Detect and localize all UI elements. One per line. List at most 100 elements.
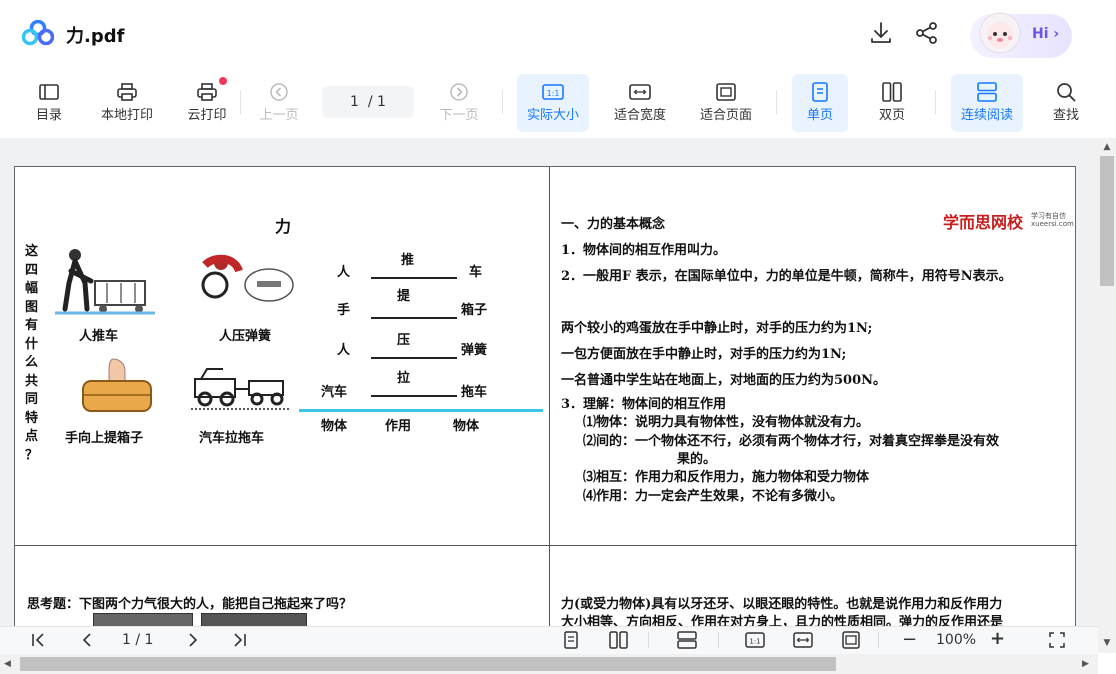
app-logo-icon bbox=[22, 20, 54, 46]
single-page-button[interactable]: 单页 bbox=[792, 74, 848, 132]
scroll-down-arrow-icon[interactable]: ▼ bbox=[1100, 636, 1114, 650]
continuous-read-label: 连续阅读 bbox=[960, 108, 1013, 123]
arrow-3 bbox=[371, 395, 457, 397]
fit-page-icon bbox=[716, 83, 736, 101]
bottom-fit-width-icon[interactable] bbox=[792, 630, 814, 650]
assistant-label[interactable]: Hi › bbox=[1032, 26, 1059, 42]
example-3: 一名普通中学生站在地面上，对地面的压力约为500N。 bbox=[561, 373, 887, 388]
photo-1 bbox=[93, 613, 193, 626]
toc-button[interactable]: 目录 bbox=[26, 74, 72, 132]
right-heading: 一、力的基本概念 bbox=[561, 217, 666, 232]
bottom-actual-size-icon[interactable]: 1:1 bbox=[744, 630, 766, 650]
vertical-question: 这 四 幅 图 有 什 么 共 同 特 点 ？ bbox=[25, 243, 45, 465]
zoom-out-button[interactable]: − bbox=[902, 629, 917, 650]
single-page-icon bbox=[812, 82, 828, 102]
assistant-avatar-icon[interactable] bbox=[976, 8, 1024, 58]
vq-2: 幅 bbox=[25, 281, 39, 296]
double-page-icon bbox=[882, 82, 902, 102]
relation-3-object: 拖车 bbox=[461, 385, 488, 400]
pdf-left-title: 力 bbox=[275, 217, 292, 236]
printer-icon bbox=[117, 83, 137, 101]
bottom-separator-3 bbox=[878, 632, 879, 648]
bottom-single-page-icon[interactable] bbox=[562, 630, 580, 650]
bottom-fit-page-icon[interactable] bbox=[840, 630, 862, 650]
double-page-button[interactable]: 双页 bbox=[866, 74, 918, 132]
prev-page-button[interactable]: 上一页 bbox=[254, 74, 304, 132]
vq-11: ？ bbox=[25, 447, 39, 463]
share-icon[interactable] bbox=[914, 20, 940, 46]
concept-3c: ⑶相互：作用力和反作用力，施力物体和受力物体 bbox=[583, 470, 870, 485]
bottom-separator-2 bbox=[718, 632, 719, 648]
example-1: 两个较小的鸡蛋放在手中静止时，对手的压力约为1N; bbox=[561, 321, 873, 336]
svg-text:1:1: 1:1 bbox=[547, 89, 560, 98]
next-icon[interactable] bbox=[184, 632, 202, 648]
relation-1-verb: 提 bbox=[397, 289, 411, 304]
vertical-scroll-thumb[interactable] bbox=[1100, 156, 1114, 286]
scroll-right-arrow-icon[interactable]: ▶ bbox=[1082, 657, 1094, 671]
relation-2-object: 弹簧 bbox=[461, 343, 488, 358]
cloud-printer-icon bbox=[197, 83, 217, 101]
download-icon[interactable] bbox=[868, 20, 894, 46]
document-title: 力.pdf bbox=[66, 26, 125, 47]
prev-page-label: 上一页 bbox=[259, 108, 299, 123]
right-bottom-line-1: 力(或受力物体)具有以牙还牙、以眼还眼的特性。也就是说作用力和反作用力 bbox=[561, 597, 1003, 612]
relation-1-object: 箱子 bbox=[461, 303, 488, 318]
actual-size-icon: 1:1 bbox=[542, 84, 564, 100]
chevron-right-circle-icon bbox=[450, 83, 468, 101]
bottom-continuous-icon[interactable] bbox=[676, 630, 698, 650]
next-page-button[interactable]: 下一页 bbox=[434, 74, 484, 132]
caption-tow-trailer: 汽车拉拖车 bbox=[199, 431, 265, 446]
double-page-label: 双页 bbox=[878, 108, 905, 123]
relation-2-subject: 人 bbox=[337, 343, 351, 358]
chevron-left-circle-icon bbox=[270, 83, 288, 101]
footer-object-right: 物体 bbox=[453, 419, 480, 434]
horizontal-scroll-thumb[interactable] bbox=[20, 657, 836, 671]
vq-9: 特 bbox=[25, 410, 39, 426]
arrow-2 bbox=[371, 357, 457, 359]
scroll-up-arrow-icon[interactable]: ▲ bbox=[1100, 140, 1114, 154]
first-page-icon[interactable] bbox=[30, 632, 48, 648]
toc-label: 目录 bbox=[35, 108, 62, 123]
car-towing-trailer-illustration bbox=[191, 368, 291, 410]
pdf-page: 力 这 四 幅 图 有 什 么 共 同 特 点 ？ 人推车 人压弹簧 手向上提箱… bbox=[14, 166, 1077, 626]
fit-width-button[interactable]: 适合宽度 bbox=[606, 74, 674, 132]
photo-2 bbox=[201, 613, 307, 626]
document-viewer[interactable]: 力 这 四 幅 图 有 什 么 共 同 特 点 ？ 人推车 人压弹簧 手向上提箱… bbox=[0, 138, 1098, 626]
caption-lift-box: 手向上提箱子 bbox=[65, 431, 144, 446]
fit-page-label: 适合页面 bbox=[699, 108, 752, 123]
arrow-0 bbox=[371, 277, 457, 279]
concept-3a: ⑴物体：说明力具有物体性，没有物体就没有力。 bbox=[583, 415, 870, 430]
arrow-1 bbox=[371, 317, 457, 319]
relation-2-verb: 压 bbox=[397, 333, 411, 348]
vq-5: 什 bbox=[25, 336, 39, 352]
vq-10: 点 bbox=[25, 429, 39, 444]
search-button[interactable]: 查找 bbox=[1046, 74, 1086, 132]
right-bottom-line-2: 大小相等、方向相反、作用在对方身上，且力的性质相同。弹力的反作用还是 bbox=[561, 615, 1004, 626]
last-page-icon[interactable] bbox=[230, 632, 248, 648]
next-page-label: 下一页 bbox=[439, 108, 479, 123]
footer-object-left: 物体 bbox=[321, 419, 348, 434]
concept-3b: ⑵间的：一个物体还不行，必须有两个物体才行，对着真空挥拳是没有效 bbox=[583, 434, 1000, 449]
actual-size-button[interactable]: 1:1 实际大小 bbox=[517, 74, 589, 132]
continuous-read-icon bbox=[977, 82, 997, 102]
think-question: 思考题：下图两个力气很大的人，能把自己拖起来了吗？ bbox=[27, 597, 353, 612]
fullscreen-icon[interactable] bbox=[1048, 631, 1066, 649]
relation-3-subject: 汽车 bbox=[321, 385, 348, 400]
relation-1-subject: 手 bbox=[337, 303, 351, 318]
cloud-print-label: 云打印 bbox=[187, 108, 227, 123]
caption-press-spring: 人压弹簧 bbox=[219, 329, 272, 344]
prev-icon[interactable] bbox=[78, 632, 96, 648]
bottom-double-page-icon[interactable] bbox=[608, 630, 630, 650]
zoom-in-button[interactable]: + bbox=[990, 628, 1005, 649]
continuous-read-button[interactable]: 连续阅读 bbox=[951, 74, 1023, 132]
fit-page-button[interactable]: 适合页面 bbox=[692, 74, 760, 132]
relation-0-subject: 人 bbox=[337, 265, 351, 280]
notification-dot bbox=[219, 77, 227, 85]
relation-0-object: 车 bbox=[469, 265, 483, 280]
zoom-level: 100% bbox=[936, 632, 977, 648]
local-print-button[interactable]: 本地打印 bbox=[94, 74, 160, 132]
page-horizontal-divider bbox=[15, 545, 1077, 546]
concept-2: 2．一般用F 表示，在国际单位中，力的单位是牛顿，简称牛，用符号N表示。 bbox=[561, 269, 1012, 284]
scroll-left-arrow-icon[interactable]: ◀ bbox=[4, 657, 16, 671]
page-number-input[interactable]: 1 / 1 bbox=[322, 86, 414, 118]
